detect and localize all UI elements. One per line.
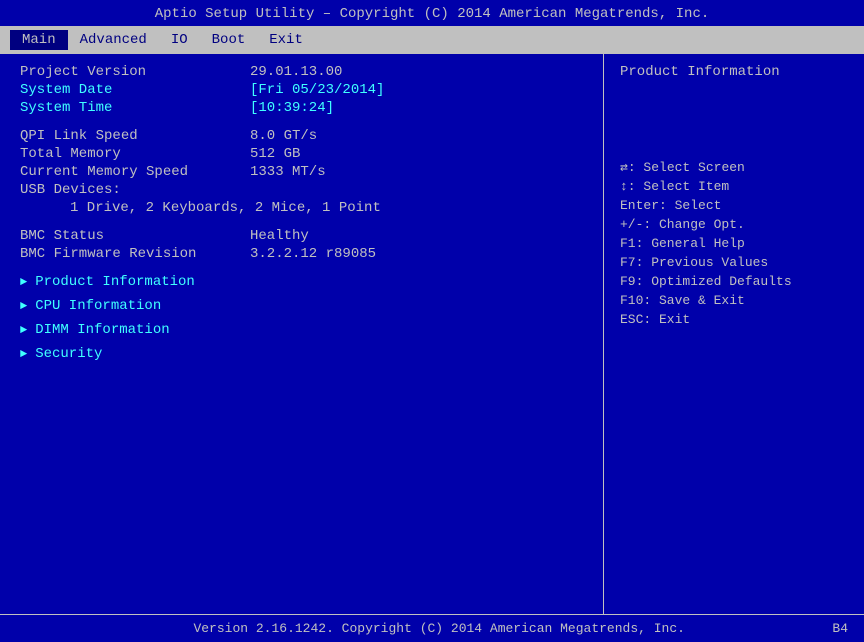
- help-change-opt: +/-: Change Opt.: [620, 217, 848, 232]
- system-date-row: System Date [Fri 05/23/2014]: [20, 82, 583, 98]
- title-text: Aptio Setup Utility – Copyright (C) 2014…: [155, 6, 710, 22]
- qpi-label: QPI Link Speed: [20, 128, 250, 144]
- menu-item-main[interactable]: Main: [10, 30, 68, 50]
- footer-text: Version 2.16.1242. Copyright (C) 2014 Am…: [46, 621, 832, 636]
- menu-bar: Main Advanced IO Boot Exit: [0, 26, 864, 54]
- system-date-label: System Date: [20, 82, 250, 98]
- screen: Aptio Setup Utility – Copyright (C) 2014…: [0, 0, 864, 642]
- total-memory-row: Total Memory 512 GB: [20, 146, 583, 162]
- project-version-row: Project Version 29.01.13.00: [20, 64, 583, 80]
- help-esc: ESC: Exit: [620, 312, 848, 327]
- memory-speed-value: 1333 MT/s: [250, 164, 326, 180]
- arrow-icon-product: ►: [20, 275, 27, 289]
- nav-cpu-information[interactable]: ► CPU Information: [20, 298, 583, 314]
- bmc-firmware-row: BMC Firmware Revision 3.2.2.12 r89085: [20, 246, 583, 262]
- menu-item-advanced[interactable]: Advanced: [68, 30, 159, 50]
- footer: Version 2.16.1242. Copyright (C) 2014 Am…: [0, 614, 864, 642]
- bmc-firmware-label: BMC Firmware Revision: [20, 246, 250, 262]
- bmc-status-row: BMC Status Healthy: [20, 228, 583, 244]
- nav-product-information[interactable]: ► Product Information: [20, 274, 583, 290]
- arrow-icon-security: ►: [20, 347, 27, 361]
- help-section: ⇄: Select Screen ↕: Select Item Enter: S…: [620, 160, 848, 327]
- memory-speed-label: Current Memory Speed: [20, 164, 250, 180]
- qpi-row: QPI Link Speed 8.0 GT/s: [20, 128, 583, 144]
- help-select-item: ↕: Select Item: [620, 179, 848, 194]
- right-panel: Product Information ⇄: Select Screen ↕: …: [604, 54, 864, 614]
- usb-devices-label: USB Devices:: [20, 182, 121, 198]
- footer-badge: B4: [832, 621, 848, 636]
- memory-speed-row: Current Memory Speed 1333 MT/s: [20, 164, 583, 180]
- bmc-firmware-value: 3.2.2.12 r89085: [250, 246, 376, 262]
- help-f10: F10: Save & Exit: [620, 293, 848, 308]
- system-time-label: System Time: [20, 100, 250, 116]
- nav-cpu-label: CPU Information: [35, 298, 161, 314]
- system-time-row: System Time [10:39:24]: [20, 100, 583, 116]
- nav-security-label: Security: [35, 346, 102, 362]
- qpi-value: 8.0 GT/s: [250, 128, 317, 144]
- help-f1: F1: General Help: [620, 236, 848, 251]
- main-panel: Project Version 29.01.13.00 System Date …: [0, 54, 604, 614]
- usb-detail: 1 Drive, 2 Keyboards, 2 Mice, 1 Point: [20, 200, 583, 216]
- help-enter: Enter: Select: [620, 198, 848, 213]
- help-select-screen: ⇄: Select Screen: [620, 160, 848, 175]
- menu-item-exit[interactable]: Exit: [257, 30, 315, 50]
- project-version-label: Project Version: [20, 64, 250, 80]
- nav-product-label: Product Information: [35, 274, 195, 290]
- system-time-value[interactable]: [10:39:24]: [250, 100, 334, 116]
- title-bar: Aptio Setup Utility – Copyright (C) 2014…: [0, 0, 864, 26]
- bmc-status-value: Healthy: [250, 228, 309, 244]
- total-memory-value: 512 GB: [250, 146, 300, 162]
- arrow-icon-dimm: ►: [20, 323, 27, 337]
- usb-detail-text: 1 Drive, 2 Keyboards, 2 Mice, 1 Point: [70, 200, 381, 216]
- content-area: Project Version 29.01.13.00 System Date …: [0, 54, 864, 614]
- menu-item-io[interactable]: IO: [159, 30, 200, 50]
- nav-dimm-label: DIMM Information: [35, 322, 169, 338]
- usb-devices-row: USB Devices:: [20, 182, 583, 198]
- project-version-value: 29.01.13.00: [250, 64, 342, 80]
- product-info-title: Product Information: [620, 64, 848, 80]
- arrow-icon-cpu: ►: [20, 299, 27, 313]
- help-f7: F7: Previous Values: [620, 255, 848, 270]
- nav-security[interactable]: ► Security: [20, 346, 583, 362]
- total-memory-label: Total Memory: [20, 146, 250, 162]
- menu-item-boot[interactable]: Boot: [200, 30, 258, 50]
- help-f9: F9: Optimized Defaults: [620, 274, 848, 289]
- system-date-value[interactable]: [Fri 05/23/2014]: [250, 82, 384, 98]
- bmc-status-label: BMC Status: [20, 228, 250, 244]
- nav-dimm-information[interactable]: ► DIMM Information: [20, 322, 583, 338]
